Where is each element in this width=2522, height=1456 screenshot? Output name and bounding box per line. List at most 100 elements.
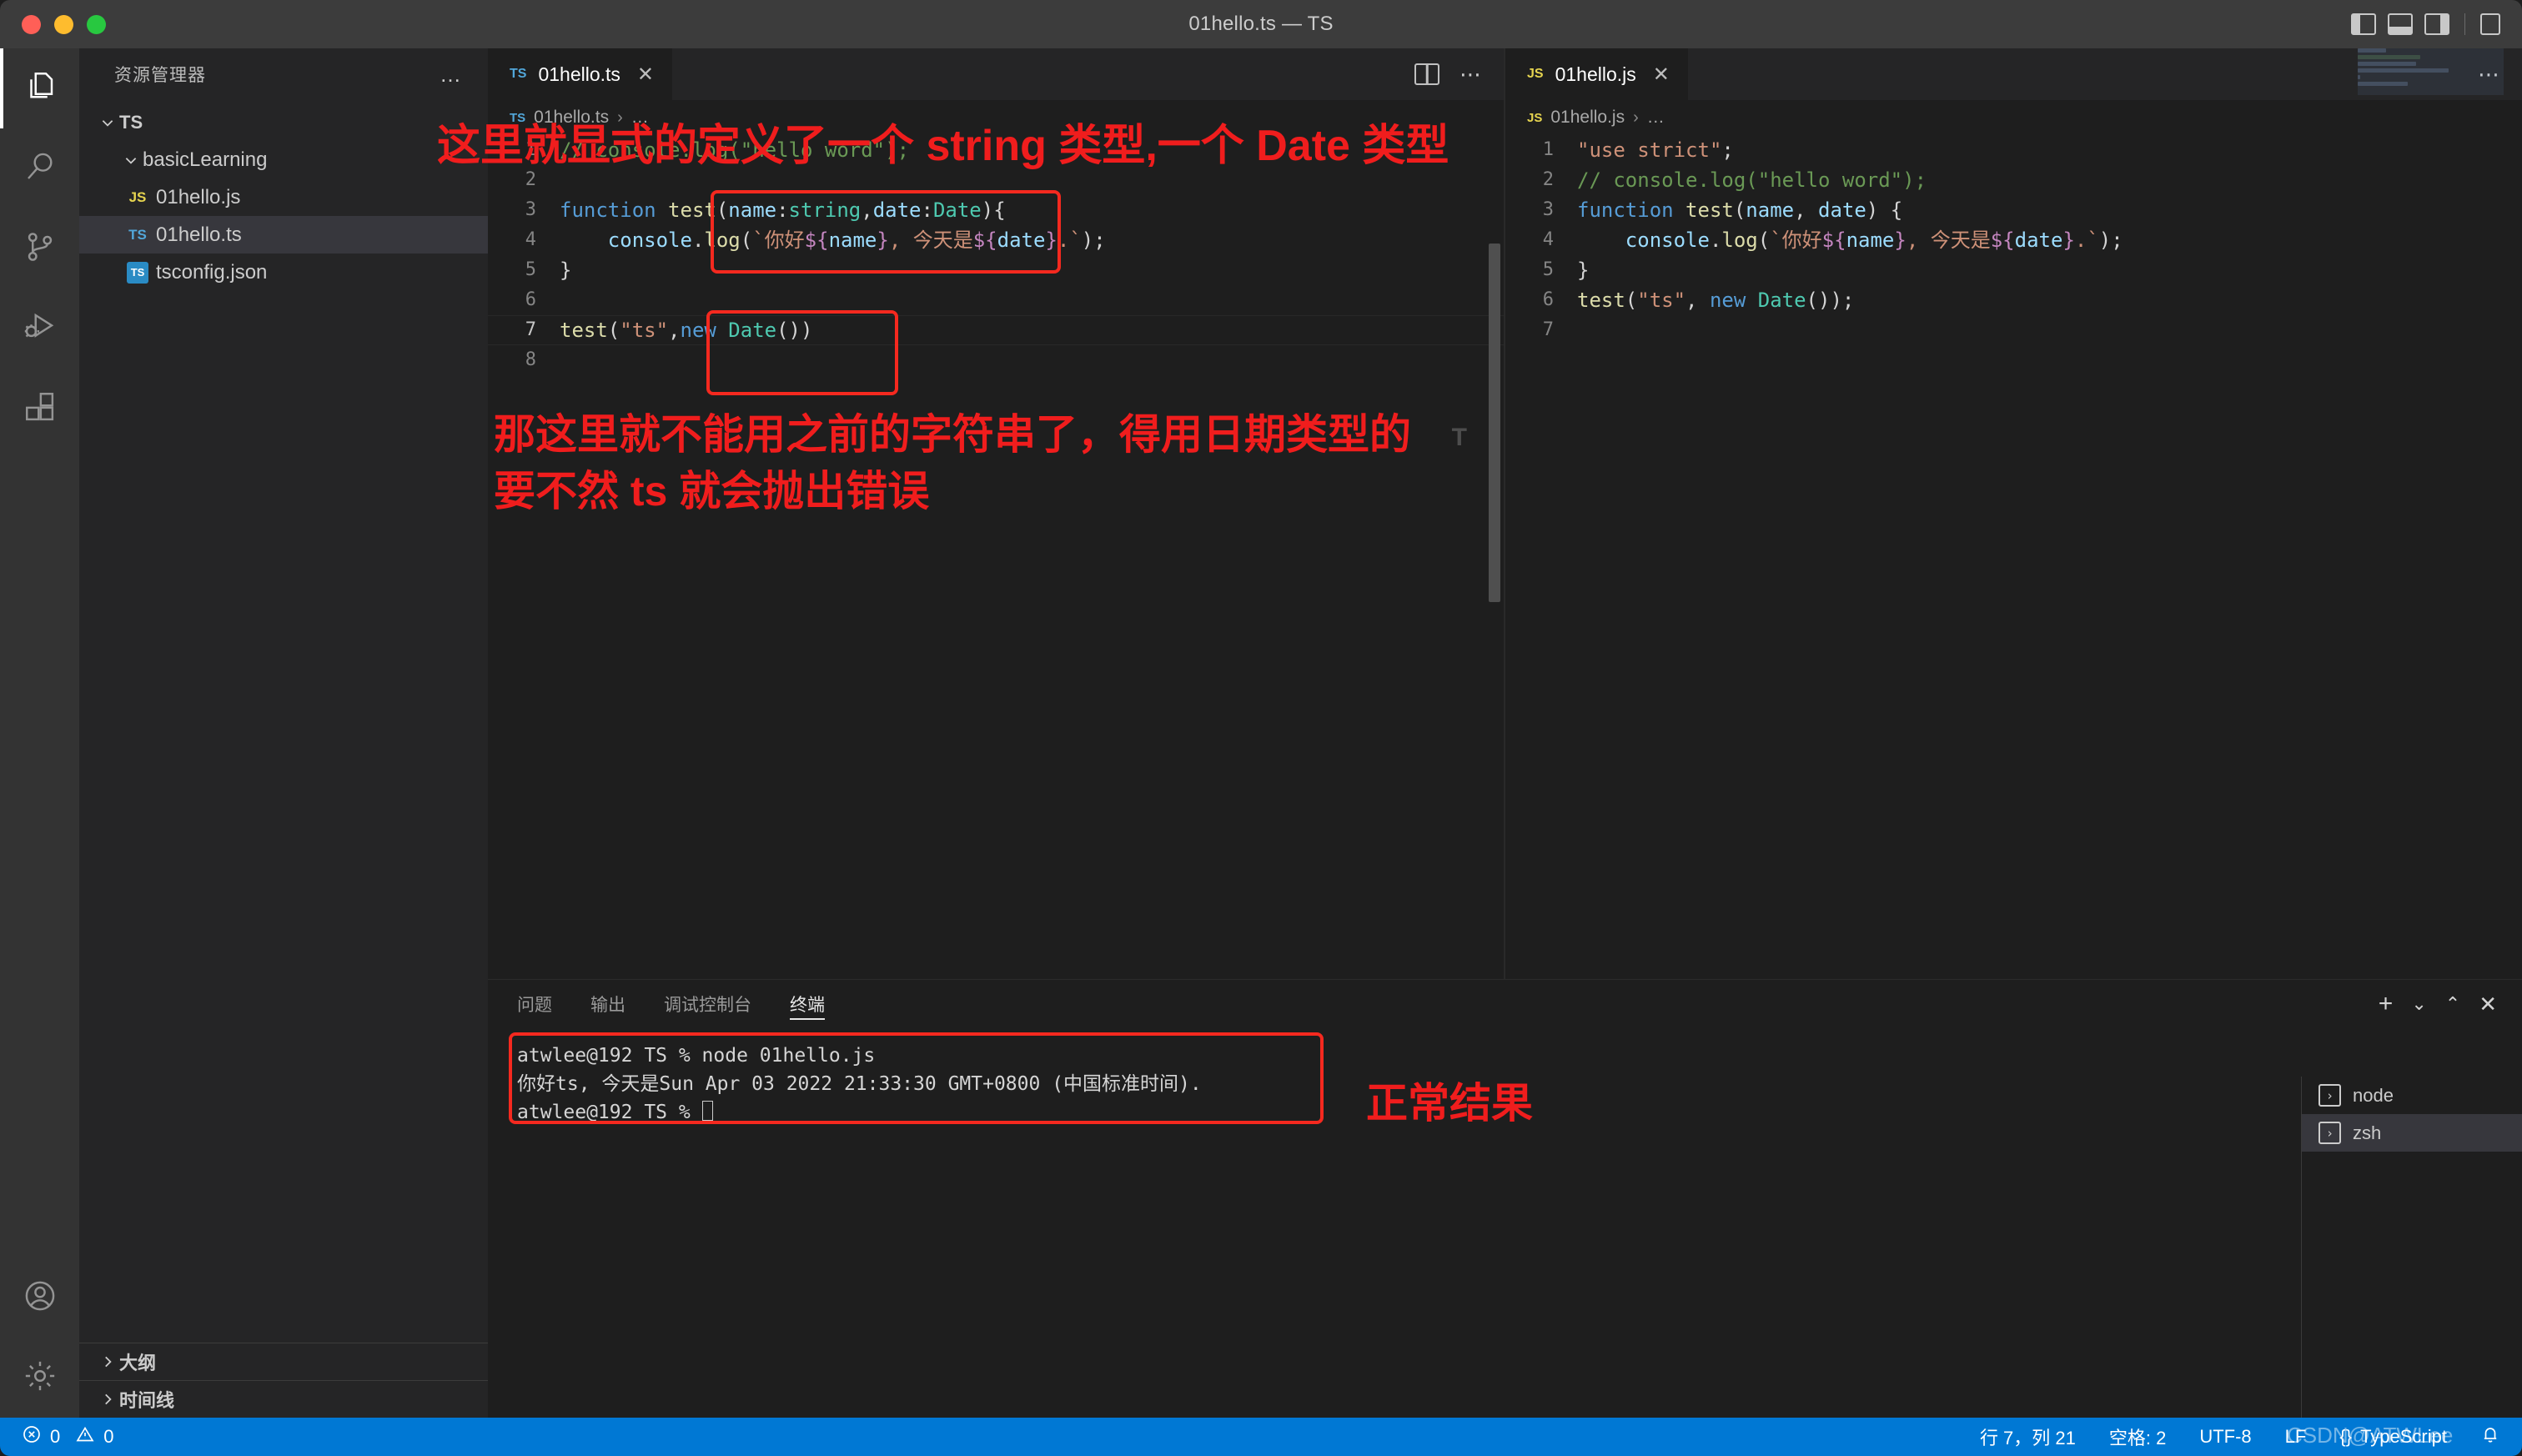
explorer-sidebar: 资源管理器 … TS basicLearning JS 01hello.js [79, 48, 488, 1418]
terminal-instance-node[interactable]: › node [2302, 1077, 2522, 1114]
tree-item-tsconfig-json[interactable]: TS tsconfig.json [79, 254, 488, 291]
accounts-button[interactable] [0, 1258, 79, 1338]
new-terminal-icon[interactable]: + [2379, 992, 2394, 1017]
tree-item-01hello-ts[interactable]: TS 01hello.ts [79, 216, 488, 254]
panel-tab-0[interactable]: 问题 [517, 980, 552, 1028]
breadcrumb-file[interactable]: 01hello.js [1550, 108, 1625, 128]
scrollbar-thumb[interactable] [1489, 244, 1500, 602]
code-token: date [1818, 198, 1866, 222]
code-token: ( [1625, 289, 1637, 312]
chevron-down-icon[interactable]: ⌄ [2411, 995, 2426, 1013]
code-token: log [1721, 228, 1757, 252]
code-line[interactable]: 2// console.log("hello word"); [1505, 165, 2522, 195]
code-token: : [776, 198, 788, 222]
code-line[interactable]: 1"use strict"; [1505, 135, 2522, 165]
code-token: .` [1058, 228, 1082, 252]
code-line[interactable]: 8 [488, 345, 1504, 375]
breadcrumb-tail[interactable]: … [631, 108, 649, 128]
code-line[interactable]: 1// console.log("hello word"); [488, 135, 1504, 165]
terminal-output[interactable]: atwlee@192 TS % node 01hello.js你好ts, 今天是… [517, 1042, 1202, 1127]
code-line[interactable]: 6 [488, 285, 1504, 315]
sidebar-item-search[interactable] [0, 128, 79, 208]
status-eol[interactable]: LF [2285, 1426, 2307, 1448]
sidebar-item-explorer[interactable] [0, 48, 79, 128]
terminal-instance-label: zsh [2353, 1122, 2381, 1144]
sidebar-section-timeline[interactable]: 时间线 [79, 1380, 488, 1418]
line-number: 7 [488, 315, 560, 345]
code-token: new [681, 319, 729, 342]
manage-settings-button[interactable] [0, 1338, 79, 1418]
code-line-text: } [1577, 255, 2522, 285]
code-line-text: "use strict"; [1577, 135, 2522, 165]
terminal-cursor [702, 1101, 713, 1121]
code-line[interactable]: 3function test(name, date) { [1505, 195, 2522, 225]
code-token: // console.log("hello word"); [1577, 168, 1927, 192]
code-token: ); [2099, 228, 2123, 252]
code-token: } [560, 259, 571, 282]
code-editor-js[interactable]: 1"use strict";2// console.log("hello wor… [1505, 135, 2522, 979]
code-token: "ts" [1637, 289, 1686, 312]
terminal-instance-zsh[interactable]: › zsh [2302, 1114, 2522, 1152]
customize-layout-icon[interactable] [2480, 13, 2500, 35]
panel-tab-3[interactable]: 终端 [790, 980, 825, 1028]
toggle-primary-sidebar-icon[interactable] [2351, 13, 2376, 35]
code-editor-ts[interactable]: 1// console.log("hello word");23function… [488, 135, 1504, 979]
terminal-line: atwlee@192 TS % [517, 1102, 702, 1123]
line-number: 6 [488, 285, 560, 315]
run-debug-icon [23, 309, 58, 349]
code-line-text: } [560, 255, 1504, 285]
sidebar-item-run-and-debug[interactable] [0, 289, 79, 369]
files-icon [23, 69, 58, 108]
close-icon[interactable]: ✕ [637, 63, 654, 87]
tab-01hello-js[interactable]: JS 01hello.js ✕ [1505, 48, 1689, 100]
breadcrumb-tail[interactable]: … [1647, 108, 1665, 128]
tree-item-01hello-js[interactable]: JS 01hello.js [79, 178, 488, 216]
code-token: , [668, 319, 680, 342]
code-token: () [776, 319, 801, 342]
title-bar: 01hello.ts — TS [0, 0, 2522, 48]
line-number: 7 [1505, 315, 1577, 345]
js-file-icon: JS [1527, 111, 1542, 125]
tree-item-basiclearning[interactable]: basicLearning [79, 141, 488, 178]
panel-tab-1[interactable]: 输出 [590, 980, 625, 1028]
editor-more-actions[interactable]: ⋯ [1459, 63, 1484, 85]
close-panel-icon[interactable]: ✕ [2479, 993, 2497, 1015]
code-line[interactable]: 2 [488, 165, 1504, 195]
code-line[interactable]: 4 console.log(`你好${name}, 今天是${date}.`); [1505, 225, 2522, 255]
close-icon[interactable]: ✕ [1653, 63, 1670, 87]
window-title: 01hello.ts — TS [0, 13, 2522, 36]
status-indentation[interactable]: 空格: 2 [2109, 1423, 2166, 1450]
sidebar-item-source-control[interactable] [0, 208, 79, 289]
tree-item-root-ts[interactable]: TS [79, 103, 488, 141]
status-encoding[interactable]: UTF-8 [2199, 1426, 2251, 1448]
status-notifications[interactable] [2480, 1424, 2500, 1449]
code-token: ( [741, 228, 752, 252]
code-line[interactable]: 7test("ts",new Date()) [488, 315, 1504, 345]
tree-item-label: 01hello.ts [156, 223, 242, 247]
status-cursor-position[interactable]: 行 7，列 21 [1980, 1423, 2076, 1450]
editor-more-actions[interactable]: ⋯ [2478, 63, 2502, 85]
toggle-secondary-sidebar-icon[interactable] [2424, 13, 2449, 35]
status-problems[interactable]: 0 0 [22, 1424, 114, 1449]
code-line[interactable]: 4 console.log(`你好${name}, 今天是${date}.`); [488, 225, 1504, 255]
breadcrumb-file[interactable]: 01hello.ts [534, 108, 609, 128]
line-number: 4 [1505, 225, 1577, 255]
toggle-panel-icon[interactable] [2388, 13, 2413, 35]
tab-01hello-ts[interactable]: TS 01hello.ts ✕ [488, 48, 673, 100]
code-line[interactable]: 5} [1505, 255, 2522, 285]
maximize-panel-icon[interactable]: ⌃ [2445, 995, 2460, 1013]
code-token: console [608, 228, 692, 252]
panel-tab-2[interactable]: 调试控制台 [664, 980, 751, 1028]
code-line[interactable]: 5} [488, 255, 1504, 285]
code-line[interactable]: 6test("ts", new Date()); [1505, 285, 2522, 315]
editor-scrollbar-left[interactable] [1489, 135, 1500, 979]
explorer-more-actions[interactable]: … [440, 63, 463, 85]
sidebar-section-outline[interactable]: 大纲 [79, 1343, 488, 1380]
code-line[interactable]: 7 [1505, 315, 2522, 345]
code-line-text: // console.log("hello word"); [560, 135, 1504, 165]
explorer-header: 资源管理器 … [79, 48, 488, 100]
status-language-mode[interactable]: {} TypeScript [2339, 1426, 2447, 1448]
code-line[interactable]: 3function test(name:string,date:Date){ [488, 195, 1504, 225]
sidebar-item-extensions[interactable] [0, 369, 79, 449]
split-editor-icon[interactable] [1414, 63, 1439, 85]
